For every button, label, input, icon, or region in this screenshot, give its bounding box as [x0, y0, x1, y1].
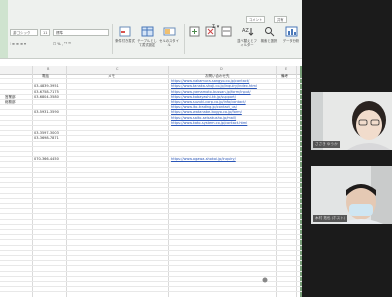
- ribbon-separator: [184, 24, 185, 54]
- number-format-group[interactable]: ☐ % ‚ ⁺⁰ ⁰⁰: [53, 42, 71, 46]
- format-as-table-button[interactable]: テーブルとして書式設定: [136, 26, 158, 52]
- conditional-format-icon: [119, 26, 130, 37]
- insert-icon: [189, 26, 199, 37]
- participant-video[interactable]: ささき ゆうか: [311, 92, 392, 150]
- ribbon-toolbar: 游ゴシック 11 標準 ⫶ ≡ ≡ ≡ ▾ ☐ % ‚ ⁺⁰ ⁰⁰ コメント 共…: [0, 0, 302, 59]
- font-name-select[interactable]: 游ゴシック: [10, 29, 38, 36]
- conditional-format-button[interactable]: 条件付き書式: [114, 26, 136, 52]
- participant-name: 木村 拓也 (ホスト): [313, 215, 348, 222]
- alignment-group[interactable]: ⫶ ≡ ≡ ≡ ▾: [10, 42, 26, 46]
- chart-icon: [285, 26, 297, 37]
- font-size-select[interactable]: 11: [40, 29, 50, 36]
- column-header[interactable]: E: [285, 67, 287, 71]
- insert-button[interactable]: [186, 26, 202, 52]
- column-header[interactable]: D: [220, 67, 223, 71]
- column-header[interactable]: B: [47, 67, 49, 71]
- spreadsheet-window: 游ゴシック 11 標準 ⫶ ≡ ≡ ≡ ▾ ☐ % ‚ ⁺⁰ ⁰⁰ コメント 共…: [0, 0, 302, 297]
- comment-button[interactable]: コメント: [246, 16, 266, 23]
- sum-icon[interactable]: Σ ▾: [212, 24, 219, 30]
- participant-name: ささき ゆうか: [313, 141, 340, 148]
- table-icon: [141, 26, 153, 37]
- number-format-select[interactable]: 標準: [53, 29, 109, 36]
- spreadsheet-grid[interactable]: B C D E 電話 メモ お問い合わせ先 備考 https://www.nak…: [0, 66, 302, 297]
- search-icon: [264, 27, 274, 37]
- format-icon: [221, 26, 231, 37]
- share-button[interactable]: 共有: [274, 16, 287, 23]
- table-row[interactable]: [0, 287, 302, 293]
- find-select-button[interactable]: 検索と選択: [258, 26, 280, 52]
- ribbon-accent: [0, 0, 8, 58]
- cell-style-icon: [163, 27, 175, 36]
- format-button[interactable]: [218, 26, 234, 52]
- data-analysis-button[interactable]: データ分析: [280, 26, 302, 52]
- sort-filter-icon: AZ: [242, 28, 253, 36]
- svg-text:AZ: AZ: [242, 28, 249, 34]
- mouse-pointer-icon: [262, 277, 268, 283]
- column-header[interactable]: C: [116, 67, 118, 71]
- participant-video[interactable]: 木村 拓也 (ホスト): [311, 166, 392, 224]
- cell-styles-button[interactable]: セルのスタイル: [158, 26, 180, 52]
- ribbon-separator: [112, 24, 113, 54]
- sort-filter-button[interactable]: AZ 並べ替えとフィルター: [236, 26, 258, 52]
